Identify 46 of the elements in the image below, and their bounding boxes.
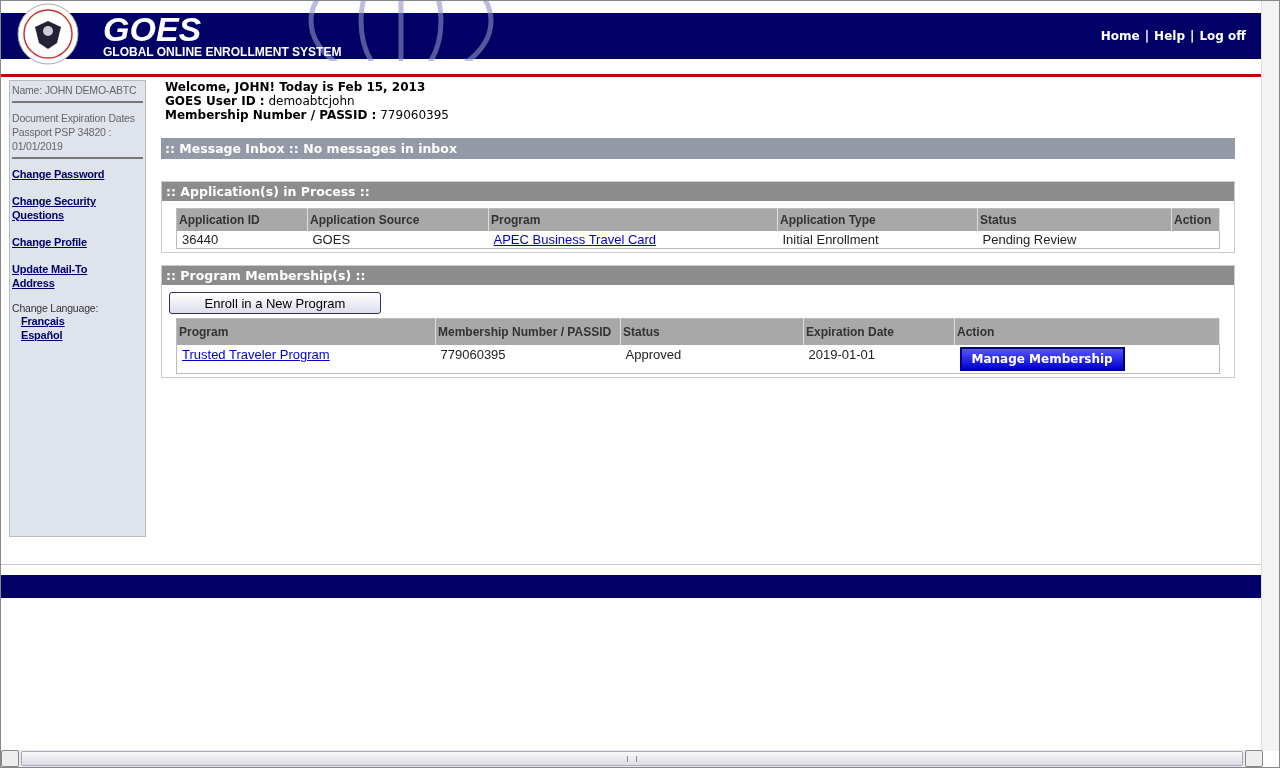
- logo-title: GOES: [103, 13, 203, 45]
- horizontal-scrollbar[interactable]: [1, 750, 1263, 767]
- inbox-heading: :: Message Inbox :: No messages in inbox: [161, 138, 1235, 159]
- column-header: Program: [176, 318, 436, 345]
- sidebar-link[interactable]: Change Password: [12, 167, 105, 181]
- enroll-button[interactable]: Enroll in a New Program: [169, 292, 381, 314]
- user-name: Name: JOHN DEMO-ABTC: [12, 84, 138, 96]
- sidebar-link[interactable]: Change Profile: [12, 235, 87, 249]
- document-expiration-text: Document Expiration Dates Passport PSP 34820 : 01/01/2019: [12, 111, 136, 153]
- welcome-text: Welcome, JOHN! Today is Feb 15, 2013: [165, 80, 427, 94]
- nav-link[interactable]: Home: [1100, 29, 1140, 43]
- column-header: Application ID: [176, 208, 308, 231]
- nav-link[interactable]: Help: [1154, 29, 1185, 43]
- column-header: Application Type: [777, 208, 978, 231]
- separator: |: [1190, 29, 1195, 43]
- section-heading: :: Program Membership(s) ::: [162, 266, 1234, 285]
- sidebar-link[interactable]: Change Security Questions: [12, 194, 112, 222]
- manage-membership-button[interactable]: Manage Membership: [959, 347, 1125, 371]
- table-cell: Initial Enrollment: [777, 231, 978, 249]
- column-header: Application Source: [307, 208, 489, 231]
- table-cell: 779060395: [435, 345, 621, 374]
- table-cell: 2019-01-01: [803, 345, 955, 374]
- language-link[interactable]: Français: [21, 314, 65, 328]
- column-header: Status: [620, 318, 804, 345]
- column-header: Membership Number / PASSID: [435, 318, 621, 345]
- table-cell: Pending Review: [977, 231, 1172, 249]
- program-link[interactable]: Trusted Traveler Program: [182, 347, 330, 362]
- column-header: Action: [954, 318, 1220, 345]
- table-cell: GOES: [307, 231, 489, 249]
- column-header: Expiration Date: [803, 318, 955, 345]
- language-link[interactable]: Español: [21, 328, 63, 342]
- column-header: Status: [977, 208, 1172, 231]
- language-label: Change Language:: [12, 302, 100, 314]
- sidebar-link[interactable]: Update Mail-To Address: [12, 262, 112, 290]
- logo-subtitle: GLOBAL ONLINE ENROLLMENT SYSTEM: [103, 45, 342, 59]
- grip-icon: [627, 755, 637, 762]
- table-cell: Approved: [620, 345, 804, 374]
- column-header: Program: [488, 208, 778, 231]
- table-cell: 36440: [176, 231, 308, 249]
- welcome-text: GOES User ID : demoabtcjohn: [165, 94, 356, 108]
- separator: |: [1144, 29, 1150, 43]
- section-heading: :: Application(s) in Process ::: [162, 182, 1234, 201]
- column-header: Action: [1171, 208, 1220, 231]
- nav-link[interactable]: Log off: [1199, 29, 1246, 43]
- program-link[interactable]: APEC Business Travel Card: [493, 232, 657, 247]
- welcome-text: Membership Number / PASSID : 779060395: [165, 108, 450, 122]
